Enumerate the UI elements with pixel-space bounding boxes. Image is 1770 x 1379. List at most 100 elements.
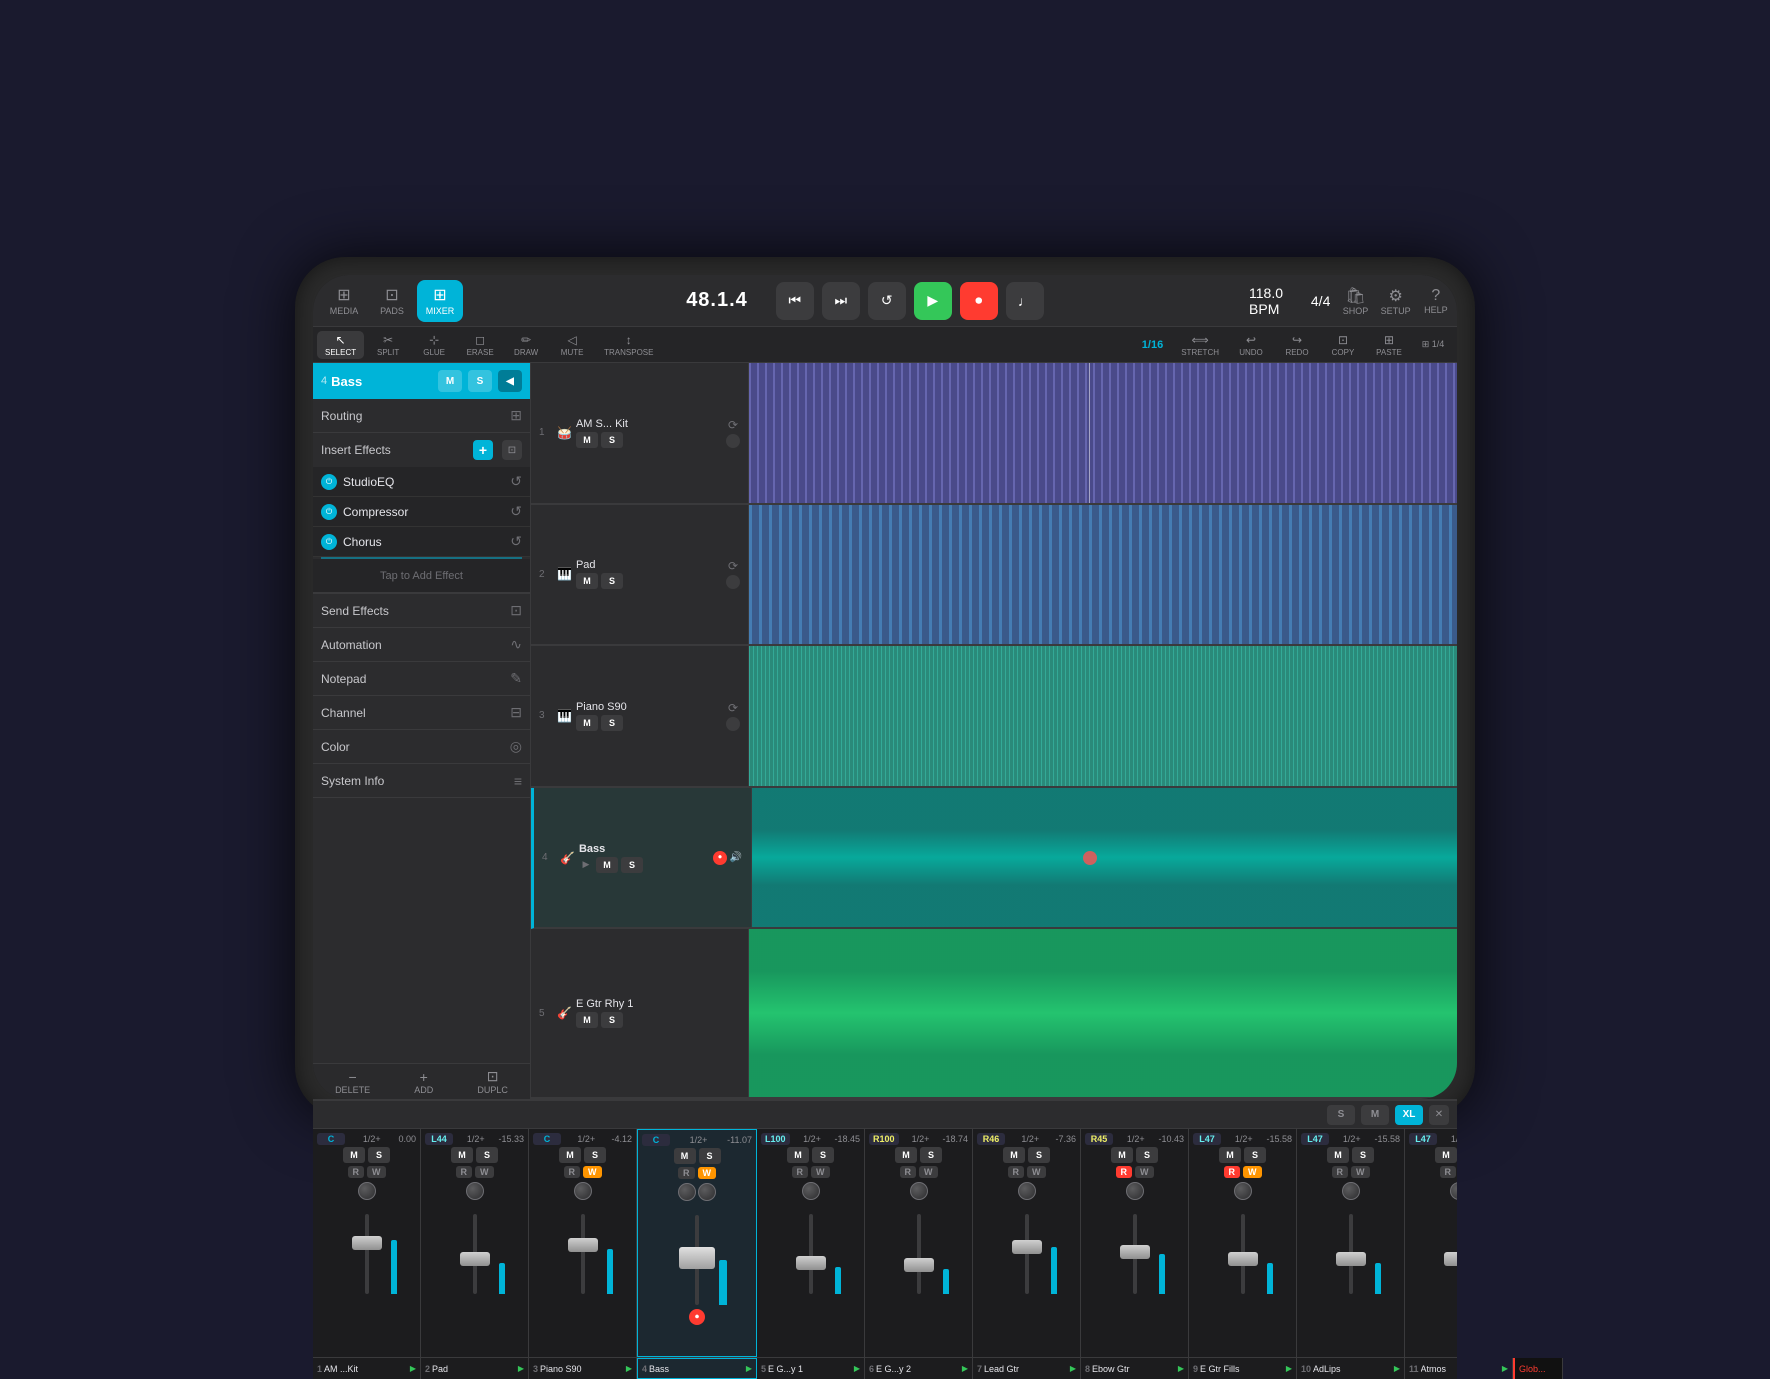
ch4-solo-btn[interactable]: S [699, 1148, 721, 1164]
track-3-content[interactable] [749, 646, 1457, 787]
strip-10[interactable]: 10 AdLips ▶ [1297, 1358, 1405, 1379]
ch5-fader-wrap[interactable] [791, 1204, 831, 1294]
ch8-r-btn[interactable]: R [1116, 1166, 1133, 1178]
ch7-solo-btn[interactable]: S [1028, 1147, 1050, 1163]
ch5-fader-handle[interactable] [796, 1256, 826, 1270]
ch6-mute-btn[interactable]: M [895, 1147, 917, 1163]
transpose-tool[interactable]: ↕ TRANSPOSE [596, 331, 661, 359]
strip-4[interactable]: 4 Bass ▶ [637, 1358, 757, 1379]
ch10-mute-btn[interactable]: M [1327, 1147, 1349, 1163]
strip-8[interactable]: 8 Ebow Gtr ▶ [1081, 1358, 1189, 1379]
track-3-solo-btn[interactable]: S [601, 715, 623, 731]
track-m-btn[interactable]: M [438, 370, 462, 392]
ch10-fader-wrap[interactable] [1331, 1204, 1371, 1294]
ch8-solo-btn[interactable]: S [1136, 1147, 1158, 1163]
ch7-knob1[interactable] [1018, 1182, 1036, 1200]
ch4-mute-btn[interactable]: M [674, 1148, 696, 1164]
track-3-input-icon[interactable]: ⟳ [728, 701, 738, 715]
track-5-solo-btn[interactable]: S [601, 1012, 623, 1028]
ch10-w-btn[interactable]: W [1351, 1166, 1370, 1178]
ch9-mute-btn[interactable]: M [1219, 1147, 1241, 1163]
ch7-mute-btn[interactable]: M [1003, 1147, 1025, 1163]
strip-5[interactable]: 5 E G...y 1 ▶ [757, 1358, 865, 1379]
ch2-fader-handle[interactable] [460, 1252, 490, 1266]
track-4-play-btn[interactable]: ▶ [579, 859, 593, 870]
track-4-mute-btn[interactable]: M [596, 857, 618, 873]
redo-tool[interactable]: ↪ REDO [1275, 331, 1319, 359]
ch5-mute-btn[interactable]: M [787, 1147, 809, 1163]
ch1-solo-btn[interactable]: S [368, 1147, 390, 1163]
track-s-btn[interactable]: S [468, 370, 492, 392]
strip-6[interactable]: 6 E G...y 2 ▶ [865, 1358, 973, 1379]
pads-button[interactable]: ⊡ PADS [369, 280, 415, 322]
ch3-mute-btn[interactable]: M [559, 1147, 581, 1163]
ch7-w-btn[interactable]: W [1027, 1166, 1046, 1178]
ch9-r-btn[interactable]: R [1224, 1166, 1241, 1178]
delete-button[interactable]: − DELETE [335, 1069, 370, 1095]
ch2-fader-wrap[interactable] [455, 1204, 495, 1294]
ch2-mute-btn[interactable]: M [451, 1147, 473, 1163]
draw-tool[interactable]: ✏ DRAW [504, 331, 548, 359]
mixer-close-btn[interactable]: ✕ [1429, 1105, 1449, 1125]
ch11-knob1[interactable] [1450, 1182, 1458, 1200]
ch2-w-btn[interactable]: W [475, 1166, 494, 1178]
track-4-speaker-btn[interactable]: 🔊 [729, 851, 743, 865]
ch7-fader-handle[interactable] [1012, 1240, 1042, 1254]
track-arrow-btn[interactable]: ◀ [498, 370, 522, 392]
mixer-xl-view-btn[interactable]: XL [1395, 1105, 1423, 1125]
strip-11[interactable]: 11 Atmos ▶ [1405, 1358, 1513, 1379]
track-2-mute-btn[interactable]: M [576, 573, 598, 589]
strip-9[interactable]: 9 E Gtr Fills ▶ [1189, 1358, 1297, 1379]
strip-1[interactable]: 1 AM ...Kit ▶ [313, 1358, 421, 1379]
routing-row[interactable]: Routing ⊞ [313, 399, 530, 433]
ch9-knob1[interactable] [1234, 1182, 1252, 1200]
record-button[interactable]: ⏺ [960, 282, 998, 320]
copy-tool[interactable]: ⊡ COPY [1321, 331, 1365, 359]
ch4-fader-handle[interactable] [679, 1247, 715, 1269]
mixer-medium-view-btn[interactable]: M [1361, 1105, 1389, 1125]
track-5-mute-btn[interactable]: M [576, 1012, 598, 1028]
select-tool[interactable]: ↖ SELECT [317, 331, 364, 359]
metronome-button[interactable]: ♩ [1006, 282, 1044, 320]
ch9-fader-wrap[interactable] [1223, 1204, 1263, 1294]
send-effects-row[interactable]: Send Effects ⊡ [313, 594, 530, 628]
track-4-content[interactable] [752, 788, 1457, 929]
ch4-knob2[interactable] [698, 1183, 716, 1201]
system-info-row[interactable]: System Info ≡ [313, 764, 530, 798]
ch8-w-btn[interactable]: W [1135, 1166, 1154, 1178]
rewind-button[interactable]: ⏮ [776, 282, 814, 320]
color-row[interactable]: Color ◎ [313, 730, 530, 764]
ch3-solo-btn[interactable]: S [584, 1147, 606, 1163]
ch10-r-btn[interactable]: R [1332, 1166, 1349, 1178]
ch10-fader-handle[interactable] [1336, 1252, 1366, 1266]
split-tool[interactable]: ✂ SPLIT [366, 331, 410, 359]
help-button[interactable]: ? HELP [1423, 283, 1449, 319]
ch8-knob1[interactable] [1126, 1182, 1144, 1200]
strip-2[interactable]: 2 Pad ▶ [421, 1358, 529, 1379]
stretch-tool[interactable]: ⟺ STRETCH [1173, 331, 1227, 359]
ch3-fader-handle[interactable] [568, 1238, 598, 1252]
track-5-content[interactable] [749, 929, 1457, 1098]
ch1-mute-btn[interactable]: M [343, 1147, 365, 1163]
ch3-fader-wrap[interactable] [563, 1204, 603, 1294]
mixer-small-view-btn[interactable]: S [1327, 1105, 1355, 1125]
notepad-row[interactable]: Notepad ✎ [313, 662, 530, 696]
ch9-w-btn[interactable]: W [1243, 1166, 1262, 1178]
ch1-w-btn[interactable]: W [367, 1166, 386, 1178]
ch2-solo-btn[interactable]: S [476, 1147, 498, 1163]
play-button[interactable]: ▶ [914, 282, 952, 320]
ch2-r-btn[interactable]: R [456, 1166, 473, 1178]
track-1-input-icon[interactable]: ⟳ [728, 418, 738, 432]
ch8-fader-wrap[interactable] [1115, 1204, 1155, 1294]
ch4-fader-wrap[interactable] [677, 1205, 717, 1305]
compressor-power-btn[interactable]: ⏻ [321, 504, 337, 520]
automation-row[interactable]: Automation ∿ [313, 628, 530, 662]
ch5-solo-btn[interactable]: S [812, 1147, 834, 1163]
ch6-knob1[interactable] [910, 1182, 928, 1200]
ch5-knob1[interactable] [802, 1182, 820, 1200]
ch11-r-btn[interactable]: R [1440, 1166, 1457, 1178]
ch9-fader-handle[interactable] [1228, 1252, 1258, 1266]
ch6-w-btn[interactable]: W [919, 1166, 938, 1178]
mute-tool[interactable]: ◁ MUTE [550, 331, 594, 359]
studio-eq-power-btn[interactable]: ⏻ [321, 474, 337, 490]
